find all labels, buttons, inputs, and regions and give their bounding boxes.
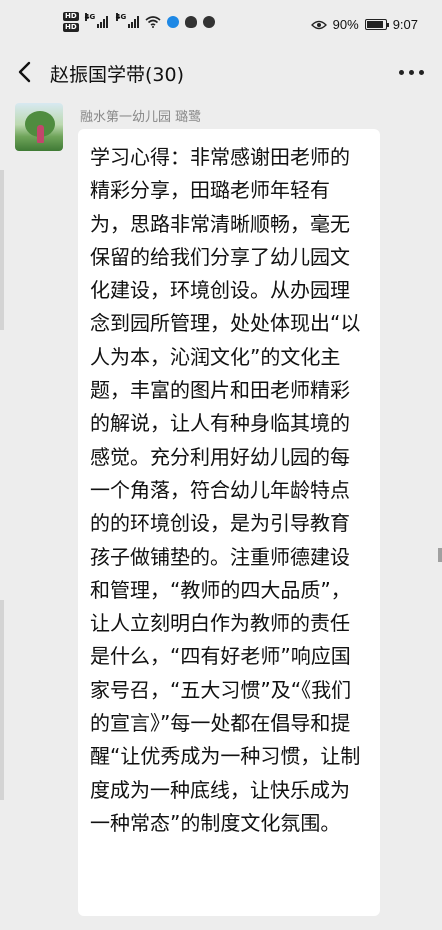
- avatar-person: [37, 125, 44, 143]
- chat-header: 赵振国学带(30): [0, 50, 442, 96]
- message-bubble[interactable]: 学习心得：非常感谢田老师的精彩分享，田璐老师年轻有为，思路非常清晰顺畅，毫无保留…: [78, 129, 380, 916]
- status-left: HD HD 4G 4G: [63, 12, 215, 32]
- status-right: 90% 9:07: [310, 17, 418, 32]
- chevron-left-icon: [18, 61, 31, 83]
- app-notification-icon: [166, 16, 179, 28]
- battery-icon: [364, 19, 389, 30]
- message-text: 学习心得：非常感谢田老师的精彩分享，田璐老师年轻有为，思路非常清晰顺畅，毫无保留…: [90, 145, 361, 835]
- status-bar: HD HD 4G 4G 90% 9:07: [0, 0, 442, 50]
- battery-level: [366, 21, 383, 28]
- battery-percent: 90%: [332, 17, 359, 32]
- hd-badge: HD: [63, 12, 79, 21]
- wifi-icon: [145, 16, 161, 28]
- hd-badge: HD: [63, 23, 79, 32]
- signal-icon: 4G: [115, 13, 139, 28]
- left-edge-mark: [0, 170, 4, 330]
- scrollbar-thumb[interactable]: [438, 548, 442, 562]
- more-horizontal-icon: [408, 69, 414, 75]
- qq-icon: [184, 16, 197, 28]
- eye-comfort-icon: [310, 20, 327, 29]
- status-time: 9:07: [392, 17, 418, 32]
- chat-notification-icon: [202, 16, 215, 28]
- sender-name: 融水第一幼儿园 璐鹭: [80, 110, 202, 125]
- hd-badges: HD HD: [63, 12, 79, 32]
- left-edge-mark: [0, 600, 4, 800]
- more-horizontal-icon: [418, 69, 424, 75]
- more-button[interactable]: [396, 58, 426, 86]
- avatar[interactable]: [15, 103, 63, 151]
- back-button[interactable]: [14, 58, 40, 86]
- chat-title: 赵振国学带(30): [50, 64, 185, 86]
- signal-icon: 4G: [84, 13, 108, 28]
- more-horizontal-icon: [398, 69, 404, 75]
